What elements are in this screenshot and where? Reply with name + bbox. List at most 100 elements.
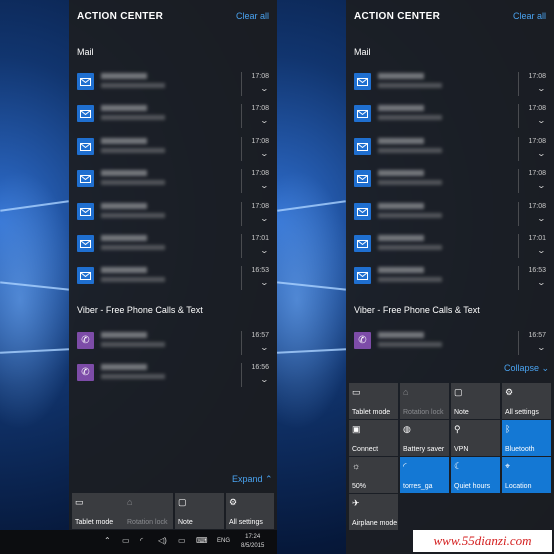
mail-notification[interactable]: 17:08 ⌄ [69,167,277,199]
all-settings-tile[interactable]: ⚙ All settings [502,383,551,419]
divider [241,266,242,290]
chevron-down-icon[interactable]: ⌄ [537,278,546,287]
expand-label: Expand [232,474,263,484]
wifi-tile[interactable]: ◜ torres_ga [400,457,449,493]
note-tile[interactable]: ▢ Note [175,493,224,529]
mail-notification[interactable]: 17:08 ⌄ [346,167,554,199]
connect-tile[interactable]: ▣ Connect [349,420,398,456]
vpn-tile[interactable]: ⚲ VPN [451,420,500,456]
mail-notification[interactable]: 17:01 ⌄ [346,232,554,264]
tile-label: Airplane mode [352,520,398,527]
mail-icon [354,138,371,155]
chevron-down-icon[interactable]: ⌄ [260,375,269,384]
battery-saver-tile[interactable]: ◍ Battery saver [400,420,449,456]
tablet-mode-icon[interactable]: ▭ [122,536,130,545]
mail-notification[interactable]: 17:08 ⌄ [346,200,554,232]
chevron-down-icon[interactable]: ⌄ [260,181,269,190]
rotation-lock-icon: ⌂ [127,497,133,507]
bluetooth-tile[interactable]: ᛒ Bluetooth [502,420,551,456]
viber-notification[interactable]: ✆ 16:57 ⌄ [69,329,277,361]
notification-time: 17:01 [528,235,546,242]
redacted-message [101,342,165,347]
wifi-icon[interactable]: ◜ [140,536,143,545]
notification-time: 16:53 [251,267,269,274]
mail-notification[interactable]: 17:08 ⌄ [346,135,554,167]
airplane-icon: ✈ [352,498,360,508]
mail-notification[interactable]: 17:08 ⌄ [346,102,554,134]
mail-notification[interactable]: 16:53 ⌄ [69,264,277,296]
all-settings-tile[interactable]: ⚙ All settings [226,493,274,529]
notification-time: 17:08 [528,170,546,177]
clear-all-link[interactable]: Clear all [513,11,546,21]
viber-notification[interactable]: ✆ 16:57 ⌄ [346,329,554,361]
location-tile[interactable]: ⌖ Location [502,457,551,493]
redacted-subject [101,180,165,185]
chevron-down-icon[interactable]: ⌄ [260,343,269,352]
redacted-sender [101,364,147,370]
tile-label: Quiet hours [454,483,491,490]
mail-notification[interactable]: 17:01 ⌄ [69,232,277,264]
chevron-down-icon[interactable]: ⌄ [260,84,269,93]
chevron-down-icon[interactable]: ⌄ [537,181,546,190]
battery-icon[interactable]: ▭ [178,536,186,545]
clock[interactable]: 17:24 8/5/2015 [241,533,264,551]
chevron-down-icon[interactable]: ⌄ [260,116,269,125]
redacted-sender [101,73,147,79]
language-indicator[interactable]: ENG [217,538,230,544]
volume-icon[interactable]: ◁) [158,536,167,545]
chevron-up-icon[interactable]: ⌃ [104,536,111,545]
redacted-sender [101,170,147,176]
redacted-subject [378,180,442,185]
divider [241,72,242,96]
redacted-sender [101,138,147,144]
keyboard-icon[interactable]: ⌨ [196,536,208,545]
redacted-sender [378,235,424,241]
airplane-mode-tile[interactable]: ✈ Airplane mode [349,494,398,530]
mail-notification[interactable]: 17:08 ⌄ [69,70,277,102]
redacted-subject [101,277,165,282]
rotation-lock-tile[interactable]: ⌂ Rotation lock [400,383,449,419]
notification-time: 17:08 [251,73,269,80]
chevron-down-icon[interactable]: ⌄ [260,149,269,158]
mail-notification[interactable]: 17:08 ⌄ [346,70,554,102]
tile-label: VPN [454,446,469,453]
chevron-down-icon[interactable]: ⌄ [537,149,546,158]
action-center-panel: ACTION CENTER Clear all Mail 17:08 ⌄ 17:… [69,0,277,530]
brightness-tile[interactable]: ☼ 50% [349,457,398,493]
mail-notification[interactable]: 17:08 ⌄ [69,102,277,134]
tablet-mode-tile[interactable]: ▭ Tablet mode [349,383,398,419]
tablet-icon: ▭ [352,387,361,397]
divider [518,266,519,290]
mail-notification[interactable]: 16:53 ⌄ [346,264,554,296]
viber-notification[interactable]: ✆ 16:56 ⌄ [69,361,277,393]
note-icon: ▢ [178,497,187,507]
divider [518,137,519,161]
collapse-link[interactable]: Collapse ⌄ [504,363,549,374]
chevron-down-icon[interactable]: ⌄ [537,214,546,223]
chevron-down-icon[interactable]: ⌄ [260,278,269,287]
clear-all-link[interactable]: Clear all [236,11,269,21]
mail-icon [354,203,371,220]
redacted-sender [101,332,147,338]
chevron-down-icon[interactable]: ⌄ [537,343,546,352]
expand-link[interactable]: Expand ⌃ [232,474,273,485]
redacted-subject [101,83,165,88]
mail-icon [77,267,94,284]
viber-group-header: Viber - Free Phone Calls & Text [354,305,480,315]
chevron-down-icon[interactable]: ⌄ [537,84,546,93]
rotation-lock-tile[interactable]: ⌂ Rotation lock [124,493,173,529]
divider [518,169,519,193]
viber-group-header: Viber - Free Phone Calls & Text [77,305,203,315]
viber-icon: ✆ [354,332,371,349]
mail-notification[interactable]: 17:08 ⌄ [69,135,277,167]
chevron-down-icon[interactable]: ⌄ [537,116,546,125]
tile-label: Battery saver [403,446,445,453]
chevron-down-icon[interactable]: ⌄ [260,246,269,255]
note-tile[interactable]: ▢ Note [451,383,500,419]
chevron-down-icon[interactable]: ⌄ [537,246,546,255]
divider [518,104,519,128]
viber-icon: ✆ [77,364,94,381]
mail-notification[interactable]: 17:08 ⌄ [69,200,277,232]
chevron-down-icon[interactable]: ⌄ [260,214,269,223]
quiet-hours-tile[interactable]: ☾ Quiet hours [451,457,500,493]
